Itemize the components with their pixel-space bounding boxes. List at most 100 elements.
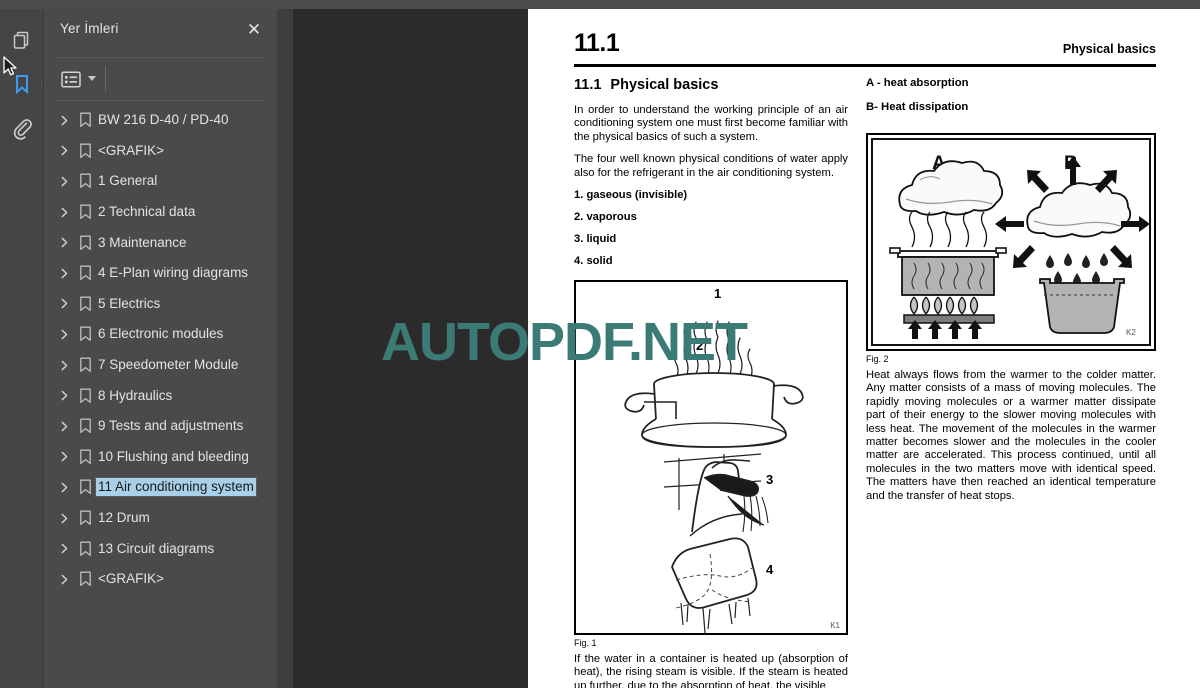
- bookmarks-panel-header: Yer İmleri ✕: [44, 9, 277, 51]
- attachments-icon[interactable]: [0, 106, 44, 150]
- bookmark-label: 7 Speedometer Module: [98, 357, 239, 373]
- bookmark-icon: [74, 571, 96, 587]
- document-viewport[interactable]: 11.1 Physical basics 11.1 Physical basics…: [293, 9, 1200, 688]
- panel-splitter[interactable]: [277, 9, 565, 688]
- bookmark-icon: [74, 326, 96, 342]
- bookmark-item[interactable]: 8 Hydraulics: [44, 380, 277, 411]
- bookmark-icon: [74, 449, 96, 465]
- section-number: 11.1: [574, 77, 602, 93]
- bookmark-icon: [74, 204, 96, 220]
- panel-divider-bottom: [56, 100, 265, 101]
- section-heading: 11.1 Physical basics: [574, 77, 848, 93]
- bookmark-label: 6 Electronic modules: [98, 326, 224, 342]
- page-right-column: A - heat absorption B- Heat dissipation …: [866, 77, 1156, 512]
- bookmark-label: 1 General: [98, 173, 158, 189]
- bookmark-label: BW 216 D-40 / PD-40: [98, 112, 229, 128]
- list-item: 1. gaseous (invisible): [574, 189, 688, 202]
- figure-1-callout-1: 1: [714, 286, 722, 302]
- bookmark-label: 5 Electrics: [98, 295, 161, 311]
- chevron-right-icon[interactable]: [56, 326, 72, 342]
- chevron-right-icon[interactable]: [56, 388, 72, 404]
- bookmark-label: <GRAFIK>: [98, 571, 165, 587]
- svg-text:K2: K2: [1126, 328, 1136, 337]
- chevron-right-icon[interactable]: [56, 571, 72, 587]
- bookmark-item[interactable]: 9 Tests and adjustments: [44, 411, 277, 442]
- bookmark-icon: [74, 296, 96, 312]
- bookmark-icon: [74, 479, 96, 495]
- bookmark-item[interactable]: 10 Flushing and bleeding: [44, 442, 277, 473]
- chevron-right-icon[interactable]: [56, 510, 72, 526]
- bookmark-label: 13 Circuit diagrams: [98, 540, 215, 556]
- bookmark-icon: [74, 265, 96, 281]
- chevron-right-icon[interactable]: [56, 449, 72, 465]
- bookmark-item[interactable]: 5 Electrics: [44, 289, 277, 320]
- figure-1-callout-4: 4: [766, 562, 774, 578]
- figure-1-drawing: [624, 320, 804, 634]
- bookmark-icon: [74, 388, 96, 404]
- figure-1-image: 1 2 3 4 K1: [574, 280, 848, 636]
- top-toolbar-strip: [0, 0, 1200, 9]
- pdf-page: 11.1 Physical basics 11.1 Physical basics…: [528, 9, 1200, 688]
- figure-1-caption: Fig. 1: [574, 638, 597, 649]
- bookmarks-panel: Yer İmleri ✕ BW 216 D-40 / PD-40 <GRAFIK>…: [44, 9, 277, 688]
- chevron-down-icon[interactable]: [88, 76, 96, 81]
- chevron-right-icon[interactable]: [56, 296, 72, 312]
- page-head-number: 11.1: [574, 29, 620, 57]
- sidebar-icon-rail: [0, 9, 44, 688]
- panel-title: Yer İmleri: [60, 21, 119, 36]
- bookmark-icon: [74, 112, 96, 128]
- bookmark-label: 8 Hydraulics: [98, 387, 173, 403]
- bookmark-item[interactable]: 2 Technical data: [44, 197, 277, 228]
- chevron-right-icon[interactable]: [56, 479, 72, 495]
- paragraph: The four well known physical conditions …: [574, 153, 848, 179]
- chevron-right-icon[interactable]: [56, 112, 72, 128]
- bookmark-label: 2 Technical data: [98, 204, 196, 220]
- chevron-right-icon[interactable]: [56, 204, 72, 220]
- bookmark-icon: [74, 510, 96, 526]
- section-title: Physical basics: [610, 77, 719, 93]
- bookmark-icon: [74, 541, 96, 557]
- figure-1-callout-3: 3: [766, 472, 774, 488]
- chevron-right-icon[interactable]: [56, 235, 72, 251]
- chevron-right-icon[interactable]: [56, 357, 72, 373]
- bookmark-item[interactable]: <GRAFIK>: [44, 136, 277, 167]
- paragraph: In order to understand the working princ…: [574, 104, 848, 143]
- bookmark-label: 12 Drum: [98, 510, 150, 526]
- bookmark-label: <GRAFIK>: [98, 142, 165, 158]
- bookmark-label: 3 Maintenance: [98, 234, 187, 250]
- list-item: 2. vaporous: [574, 211, 637, 224]
- chevron-right-icon[interactable]: [56, 418, 72, 434]
- bookmark-item[interactable]: 4 E-Plan wiring diagrams: [44, 258, 277, 289]
- pdf-viewer-window: Yer İmleri ✕ BW 216 D-40 / PD-40 <GRAFIK>…: [0, 0, 1200, 688]
- bookmark-label: 10 Flushing and bleeding: [98, 448, 249, 464]
- bookmarks-list[interactable]: BW 216 D-40 / PD-40 <GRAFIK> 1 General 2 Te…: [44, 105, 277, 688]
- chevron-right-icon[interactable]: [56, 143, 72, 159]
- chevron-right-icon[interactable]: [56, 173, 72, 189]
- bookmark-item[interactable]: 11 Air conditioning system: [44, 472, 277, 503]
- panel-divider-top: [56, 57, 265, 58]
- paragraph: Heat always flows from the warmer to the…: [866, 369, 1156, 502]
- figure-2-drawing: A B: [871, 138, 1151, 346]
- page-head-title: Physical basics: [1062, 42, 1156, 56]
- bookmark-icon: [74, 357, 96, 373]
- bookmark-item[interactable]: BW 216 D-40 / PD-40: [44, 105, 277, 136]
- chevron-right-icon[interactable]: [56, 265, 72, 281]
- paragraph: If the water in a container is heated up…: [574, 653, 848, 688]
- list-options-icon[interactable]: [58, 66, 84, 92]
- figure-1-callout-2: 2: [696, 338, 704, 354]
- bookmark-item[interactable]: 7 Speedometer Module: [44, 350, 277, 381]
- list-item: 3. liquid: [574, 233, 617, 246]
- bookmark-item[interactable]: 13 Circuit diagrams: [44, 533, 277, 564]
- bookmark-item[interactable]: <GRAFIK>: [44, 564, 277, 595]
- page-running-head: 11.1 Physical basics: [574, 29, 1156, 57]
- page-left-column: 11.1 Physical basics In order to understa…: [574, 77, 848, 688]
- chevron-right-icon[interactable]: [56, 541, 72, 557]
- bookmark-item[interactable]: 6 Electronic modules: [44, 319, 277, 350]
- bookmark-item[interactable]: 3 Maintenance: [44, 227, 277, 258]
- bookmark-icon: [74, 418, 96, 434]
- close-icon[interactable]: ✕: [243, 18, 265, 40]
- page-head-rule: [574, 64, 1156, 67]
- figure-2-image: A B: [866, 133, 1156, 351]
- bookmark-item[interactable]: 1 General: [44, 166, 277, 197]
- bookmark-item[interactable]: 12 Drum: [44, 503, 277, 534]
